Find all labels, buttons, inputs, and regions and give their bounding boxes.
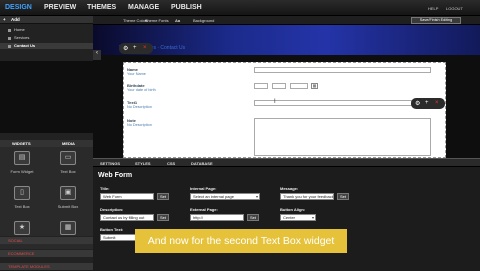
page-list-area xyxy=(0,61,93,133)
textbox-icon: ▭ xyxy=(60,151,76,165)
settings-panel: SETTINGS STYLES CSS DATABASE Web Form Ti… xyxy=(93,158,480,270)
name-input[interactable] xyxy=(254,67,431,73)
message-label: Message: xyxy=(280,186,299,191)
tab-widgets[interactable]: WIDGETS xyxy=(12,141,31,146)
section-template-modules[interactable]: TEMPLATE MODULES xyxy=(0,262,93,270)
star-icon: ★ xyxy=(14,221,30,235)
sidebar: + Add Home Services Contact Us WIDGETS M… xyxy=(0,16,93,270)
widget-textbox[interactable]: ▯ Text Box xyxy=(0,182,44,216)
section-social[interactable]: SOCIAL xyxy=(0,236,93,244)
tab-database[interactable]: DATABASE xyxy=(191,161,213,166)
page-icon xyxy=(8,45,11,48)
theme-fonts-button[interactable]: Theme Fonts xyxy=(145,18,169,23)
logout-link[interactable]: LOGOUT xyxy=(446,6,463,11)
text1-input[interactable] xyxy=(254,100,412,106)
note-textarea[interactable] xyxy=(254,118,431,156)
font-aa-icon: Aa xyxy=(175,18,181,23)
widget-star-rating[interactable]: ★ Star Rating xyxy=(0,217,44,251)
sidebar-item-services[interactable]: Services xyxy=(0,35,93,41)
internal-page-label: Internal Page: xyxy=(190,186,217,191)
external-page-input[interactable]: http:// xyxy=(190,214,244,221)
top-nav: DESIGN PREVIEW THEMES MANAGE PUBLISH HEL… xyxy=(0,0,480,16)
birth-year-input[interactable] xyxy=(290,83,308,89)
field-desc-birthdate: Your date of birth xyxy=(127,88,156,92)
button-align-select[interactable]: Center xyxy=(280,214,316,221)
video-caption: And now for the second Text Box widget xyxy=(135,229,347,253)
move-icon[interactable]: ⚙ xyxy=(123,45,128,52)
tab-design[interactable]: DESIGN xyxy=(5,4,32,11)
sidebar-item-home[interactable]: Home xyxy=(0,27,93,33)
message-input[interactable]: Thank you for your feedback xyxy=(280,193,334,200)
title-label: Title: xyxy=(100,186,110,191)
add-page-button[interactable]: Add xyxy=(11,17,20,22)
form-icon: ▤ xyxy=(14,151,30,165)
submit-box-icon: ▣ xyxy=(60,186,76,200)
field-desc-text1: No Description xyxy=(127,105,152,109)
textbox-icon: ▯ xyxy=(14,186,30,200)
widget-datepicker[interactable]: ▦ Datepicker xyxy=(46,217,90,251)
set-title-button[interactable]: Set xyxy=(157,193,169,200)
panel-tabs: SETTINGS STYLES CSS DATABASE xyxy=(93,159,480,167)
set-external-button[interactable]: Set xyxy=(247,214,259,221)
widget-controls-form: ⚙ + × xyxy=(119,43,153,54)
save-finish-button[interactable]: Save/Finish Editing xyxy=(411,17,461,24)
birth-month-input[interactable] xyxy=(254,83,268,89)
calendar-icon[interactable]: ▦ xyxy=(311,83,318,89)
web-form-widget[interactable]: Name Your Name Birthdate Your date of bi… xyxy=(123,62,446,158)
widget-form[interactable]: ▤ Form Widget xyxy=(0,147,44,181)
panel-title: Web Form xyxy=(98,172,133,179)
add-icon[interactable]: + xyxy=(3,17,6,22)
birth-day-input[interactable] xyxy=(272,83,286,89)
theme-toolbar: Theme Colors ▪ Theme Fonts Aa Background… xyxy=(93,16,480,25)
tab-publish[interactable]: PUBLISH xyxy=(171,4,202,11)
description-input[interactable]: Contact us by filling out xyxy=(100,214,154,221)
calendar-icon: ▦ xyxy=(60,221,76,235)
set-message-button[interactable]: Set xyxy=(337,193,349,200)
description-label: Description: xyxy=(100,207,124,212)
external-page-label: External Page: xyxy=(190,207,218,212)
widget-submit-box[interactable]: ▣ Submit Box xyxy=(46,182,90,216)
widget-controls-textbox: ⚙ + × xyxy=(411,98,445,109)
widget-textbox[interactable]: ▭ Text Box xyxy=(46,147,90,181)
button-text-label: Button Text: xyxy=(100,227,124,232)
tab-themes[interactable]: THEMES xyxy=(87,4,116,11)
background-button[interactable]: Background xyxy=(193,18,214,23)
text-cursor-icon: I xyxy=(274,99,276,105)
tab-styles[interactable]: STYLES xyxy=(135,161,151,166)
delete-icon[interactable]: × xyxy=(435,100,439,106)
section-ecommerce[interactable]: ECOMMERCE xyxy=(0,249,93,257)
title-input[interactable]: Web Form xyxy=(100,193,154,200)
move-icon[interactable]: ⚙ xyxy=(415,100,420,107)
tab-settings[interactable]: SETTINGS xyxy=(100,161,120,166)
field-desc-name: Your Name xyxy=(127,72,146,76)
sidebar-item-contact-us[interactable]: Contact Us xyxy=(0,43,93,49)
button-align-label: Button Align: xyxy=(280,207,306,212)
set-description-button[interactable]: Set xyxy=(157,214,169,221)
tab-css[interactable]: CSS xyxy=(167,161,175,166)
internal-page-select[interactable]: Select an internal page xyxy=(190,193,260,200)
page-icon xyxy=(8,29,11,32)
add-icon[interactable]: + xyxy=(133,45,137,51)
button-text-input[interactable]: Submit xyxy=(100,234,138,241)
delete-icon[interactable]: × xyxy=(143,45,147,51)
tab-media[interactable]: MEDIA xyxy=(62,141,75,146)
widget-tabs: WIDGETS MEDIA xyxy=(0,140,93,147)
add-icon[interactable]: + xyxy=(425,100,429,106)
pages-header: + Add xyxy=(0,16,93,24)
field-desc-note: No Description xyxy=(127,123,152,127)
editor-canvas: Theme Colors ▪ Theme Fonts Aa Background… xyxy=(93,16,480,158)
scroll-left-arrow[interactable]: ‹ xyxy=(93,50,101,60)
tab-manage[interactable]: MANAGE xyxy=(128,4,159,11)
help-link[interactable]: HELP xyxy=(428,6,438,11)
page-icon xyxy=(8,37,11,40)
tab-preview[interactable]: PREVIEW xyxy=(44,4,76,11)
